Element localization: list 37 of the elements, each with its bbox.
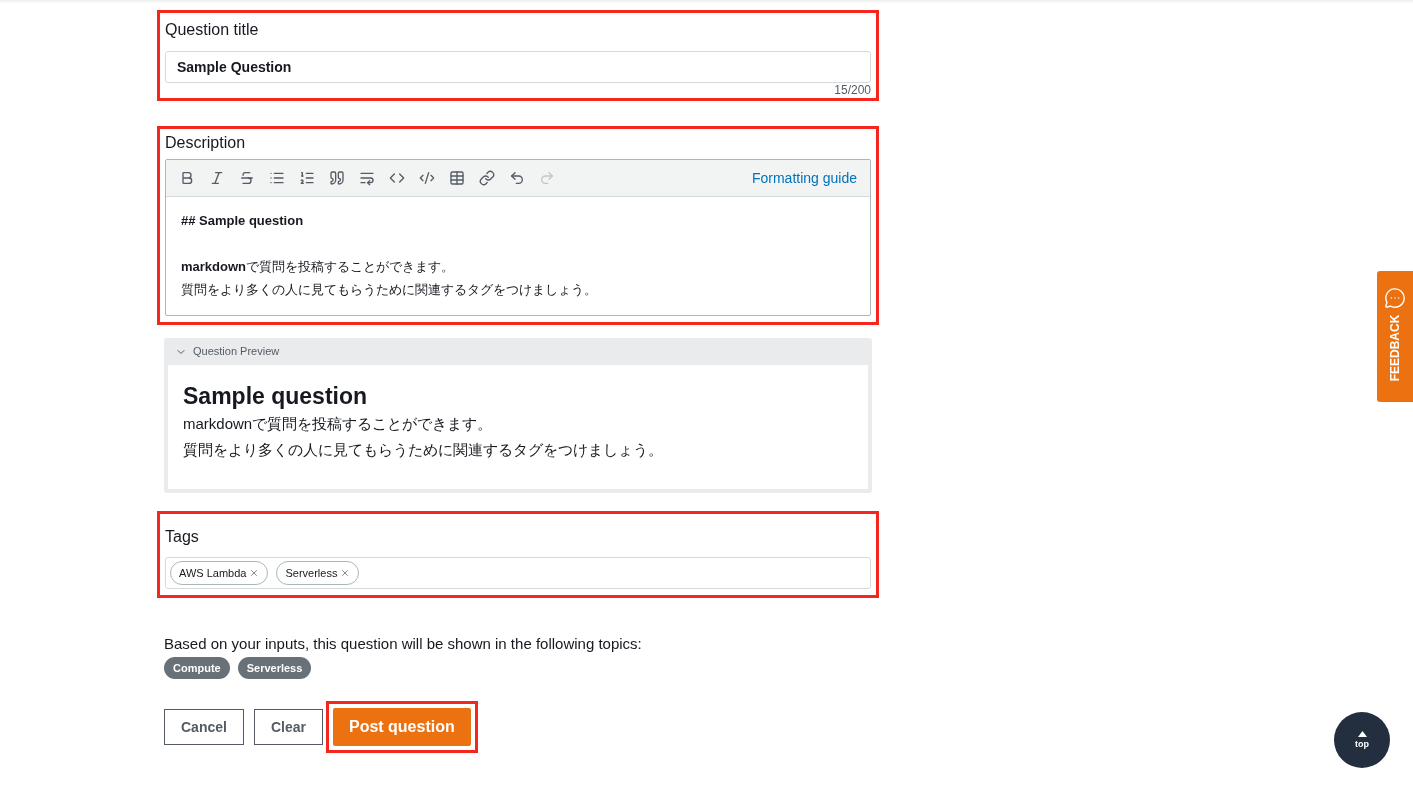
code-block-icon[interactable] — [419, 170, 435, 186]
editor-line: 質問をより多くの人に見てもらうために関連するタグをつけましょう。 — [181, 281, 598, 299]
preview-heading: Sample question — [183, 382, 369, 411]
bullet-list-icon[interactable] — [269, 170, 285, 186]
field-label: Question title — [165, 20, 260, 40]
code-icon[interactable] — [389, 170, 405, 186]
topics-description: Based on your inputs, this question will be shown in the following topics: — [164, 634, 643, 654]
cancel-button[interactable]: Cancel — [164, 709, 244, 745]
preview-text: markdownで質問を投稿することができます。 — [183, 414, 494, 434]
triangle-up-icon — [1357, 730, 1367, 737]
title-input-field[interactable]: Sample Question — [165, 51, 871, 83]
editor-text-area[interactable]: ## Sample question markdownで質問を投稿することができます。 質問をより多くの人に見てもらうために関連するタグをつけましょう。 — [166, 197, 870, 315]
table-icon[interactable] — [449, 170, 465, 186]
back-to-top-button[interactable]: top — [1334, 712, 1390, 768]
remove-icon[interactable] — [249, 568, 260, 578]
field-label: Description — [165, 133, 247, 153]
bold-icon[interactable] — [179, 170, 195, 186]
wrap-text-icon[interactable] — [359, 170, 375, 186]
numbered-list-icon[interactable] — [299, 170, 315, 186]
quote-icon[interactable] — [329, 170, 345, 186]
preview-text: 質問をより多くの人に見てもらうために関連するタグをつけましょう。 — [183, 440, 664, 460]
editor-line: markdownで質問を投稿することができます。 — [181, 258, 455, 276]
remove-icon[interactable] — [340, 568, 351, 578]
italic-icon[interactable] — [209, 170, 225, 186]
editor-line: ## Sample question — [181, 212, 305, 230]
clear-button[interactable]: Clear — [253, 709, 323, 745]
link-icon[interactable] — [479, 170, 495, 186]
chat-bubble-icon — [1384, 287, 1406, 309]
preview-toggle[interactable]: Question Preview — [168, 338, 287, 365]
strikethrough-icon[interactable] — [239, 170, 255, 186]
topic-badge: Compute — [164, 657, 230, 679]
character-counter: 15/200 — [834, 83, 871, 97]
undo-icon[interactable] — [509, 170, 525, 186]
topic-badge: Serverless — [237, 657, 312, 679]
formatting-guide-link[interactable]: Formatting guide — [751, 167, 857, 189]
tags-input-field[interactable]: AWS Lambda Serverless — [165, 557, 871, 589]
field-label: Tags — [165, 527, 200, 547]
